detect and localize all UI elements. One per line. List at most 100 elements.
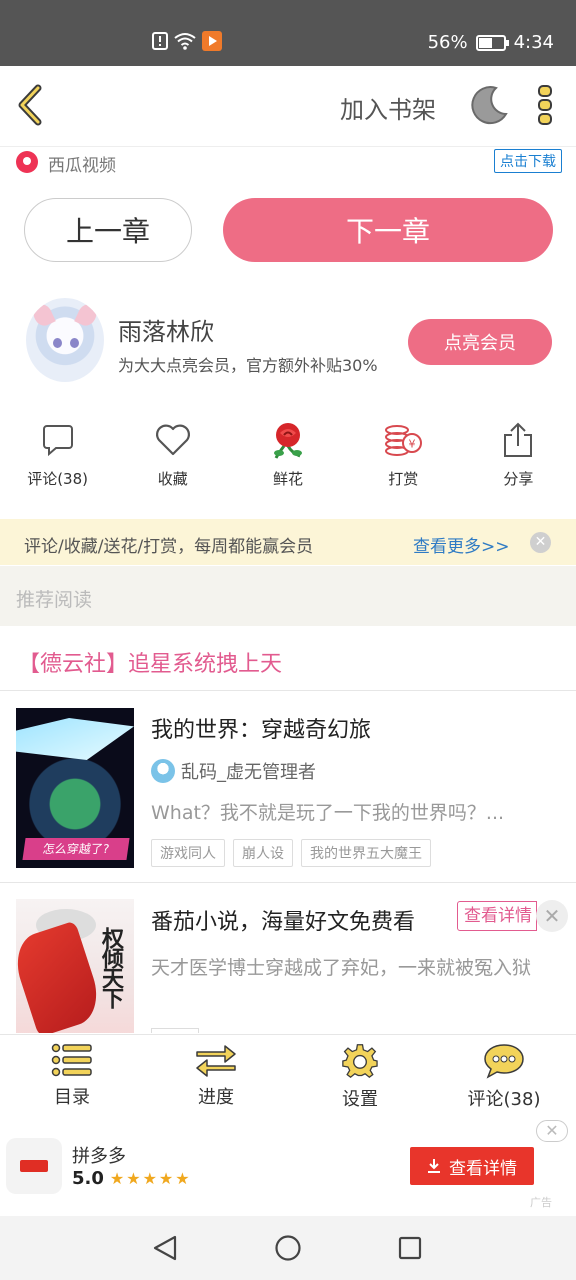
back-triangle-icon[interactable] [151, 1234, 179, 1262]
weekly-notice-bar: 评论/收藏/送花/打赏，每周都能赢会员 查看更多>> ✕ [0, 519, 576, 565]
tag[interactable]: 崩人设 [233, 839, 293, 867]
star-rating-icon: ★★★★★ [109, 1169, 192, 1188]
cover-speech-tag [16, 718, 134, 760]
book-summary: 天才医学博士穿越成了弃妃，一来就被冤入狱 [151, 957, 532, 979]
action-share-label: 分享 [503, 470, 534, 488]
close-icon[interactable]: ✕ [530, 532, 551, 553]
gear-icon [342, 1044, 378, 1079]
ad-close-icon[interactable]: ✕ [536, 900, 568, 932]
avatar-ear-left [30, 301, 56, 329]
toolbar-catalog-label: 目录 [54, 1087, 90, 1108]
heart-icon [155, 424, 190, 456]
book-tags: 游戏同人 崩人设 我的世界五大魔王 [151, 839, 431, 867]
book-cover[interactable]: 权倾天下 [16, 899, 134, 1033]
toolbar-settings[interactable]: 设置 [288, 1035, 432, 1120]
comment-icon [42, 425, 73, 457]
clock: 4:34 [513, 32, 554, 53]
divider [0, 690, 576, 691]
close-icon[interactable]: ✕ [536, 1120, 568, 1142]
book-author: 乱码_虚无管理者 [151, 758, 316, 784]
author-name: 乱码_虚无管理者 [181, 762, 316, 783]
chat-bubble-icon [484, 1044, 524, 1079]
ad-app-name: 拼多多 [72, 1146, 126, 1167]
recents-square-icon[interactable] [398, 1234, 422, 1262]
cover-figure [16, 920, 106, 1033]
system-nav-bar [0, 1216, 576, 1280]
bottom-ad-banner[interactable]: 拼多多 5.0 ★★★★★ 查看详情 ✕ 广告 [0, 1120, 576, 1216]
battery-percent: 56% [427, 32, 468, 53]
rose-icon [274, 423, 302, 459]
xigua-download-button[interactable]: 点击下载 [494, 149, 562, 173]
reader-top-bar: 加入书架 [0, 66, 576, 146]
back-chevron-icon[interactable] [14, 84, 44, 126]
book-title[interactable]: 番茄小说，海量好文免费看 [151, 904, 415, 936]
action-row: 评论(38) 收藏 鲜花 ¥ 打赏 分享 [0, 420, 576, 500]
notice-see-more-link[interactable]: 查看更多>> [413, 532, 510, 557]
toolbar-progress[interactable]: 进度 [144, 1035, 288, 1120]
action-flower-label: 鲜花 [273, 470, 304, 488]
avatar[interactable] [26, 298, 104, 382]
ad-view-detail-button[interactable]: 查看详情 [457, 901, 537, 931]
xigua-name: 西瓜视频 [48, 156, 116, 176]
book-item[interactable]: 怎么穿越了? 我的世界：穿越奇幻旅 乱码_虚无管理者 What？我不就是玩了一下… [0, 692, 576, 882]
avatar-eye-right [70, 338, 79, 348]
battery-fill [478, 37, 492, 48]
tag [151, 1028, 199, 1033]
action-flower[interactable]: 鲜花 [230, 420, 345, 500]
battery-icon [475, 34, 509, 51]
ad-rating-value: 5.0 [72, 1168, 104, 1189]
toolbar-comment[interactable]: 评论(38) [432, 1035, 576, 1120]
list-icon [51, 1043, 92, 1077]
action-share[interactable]: 分享 [461, 420, 576, 500]
cover-title: 权倾天下 [98, 927, 123, 1007]
toolbar-settings-label: 设置 [342, 1089, 378, 1110]
progress-arrows-icon [196, 1045, 236, 1077]
night-mode-moon-icon[interactable] [468, 84, 510, 126]
book-cover[interactable]: 怎么穿越了? [16, 708, 134, 868]
share-icon [504, 422, 533, 457]
avatar-eye-left [53, 338, 62, 348]
light-up-member-button[interactable]: 点亮会员 [408, 319, 552, 365]
wifi-icon [174, 33, 196, 50]
ad-view-detail-label: 查看详情 [449, 1158, 517, 1179]
toolbar-progress-label: 进度 [198, 1087, 234, 1108]
member-description: 为大大点亮会员，官方额外补贴30% [118, 356, 378, 375]
action-comment[interactable]: 评论(38) [0, 420, 115, 500]
avatar-ear-right [74, 301, 100, 329]
reader-toolbar: 目录 进度 设置 评论(38) [0, 1034, 576, 1120]
ad-rating: 5.0 ★★★★★ [72, 1168, 192, 1189]
action-favorite-label: 收藏 [157, 470, 188, 488]
next-chapter-button[interactable]: 下一章 [223, 198, 553, 262]
svg-text:¥: ¥ [409, 438, 416, 451]
status-icons [152, 31, 222, 51]
ad-tag: 广告 [530, 1196, 552, 1209]
toolbar-comment-label: 评论(38) [467, 1089, 541, 1110]
action-tip-label: 打赏 [388, 470, 419, 488]
video-app-icon [202, 31, 222, 51]
ad-view-detail-button[interactable]: 查看详情 [410, 1147, 534, 1185]
notice-text: 评论/收藏/送花/打赏，每周都能赢会员 [24, 537, 314, 557]
cover-banner: 怎么穿越了? [22, 838, 130, 860]
add-to-shelf-button[interactable]: 加入书架 [340, 90, 436, 125]
book-title[interactable]: 我的世界：穿越奇幻旅 [151, 712, 371, 744]
toolbar-catalog[interactable]: 目录 [0, 1035, 144, 1120]
member-username: 雨落林欣 [118, 318, 214, 346]
recommend-section-header: 推荐阅读 [0, 566, 576, 626]
recommend-title: 推荐阅读 [16, 589, 93, 611]
action-favorite[interactable]: 收藏 [115, 420, 230, 500]
tag[interactable]: 我的世界五大魔王 [301, 839, 431, 867]
author-avatar [151, 759, 175, 783]
prev-chapter-button[interactable]: 上一章 [24, 198, 192, 262]
xigua-logo-icon [16, 151, 38, 173]
xigua-ad-strip[interactable]: 西瓜视频 点击下载 [0, 146, 576, 176]
home-circle-icon[interactable] [274, 1234, 302, 1262]
pinduoduo-app-icon [6, 1138, 62, 1194]
more-options-icon[interactable] [535, 84, 555, 126]
tag[interactable]: 游戏同人 [151, 839, 225, 867]
action-comment-label: 评论(38) [27, 470, 88, 488]
featured-book-link[interactable]: 【德云社】追星系统拽上天 [18, 646, 282, 678]
alert-icon [152, 32, 168, 50]
member-promo: 雨落林欣 为大大点亮会员，官方额外补贴30% 点亮会员 [0, 296, 576, 386]
action-tip[interactable]: ¥ 打赏 [346, 420, 461, 500]
status-bar: 56% 4:34 [0, 0, 576, 66]
